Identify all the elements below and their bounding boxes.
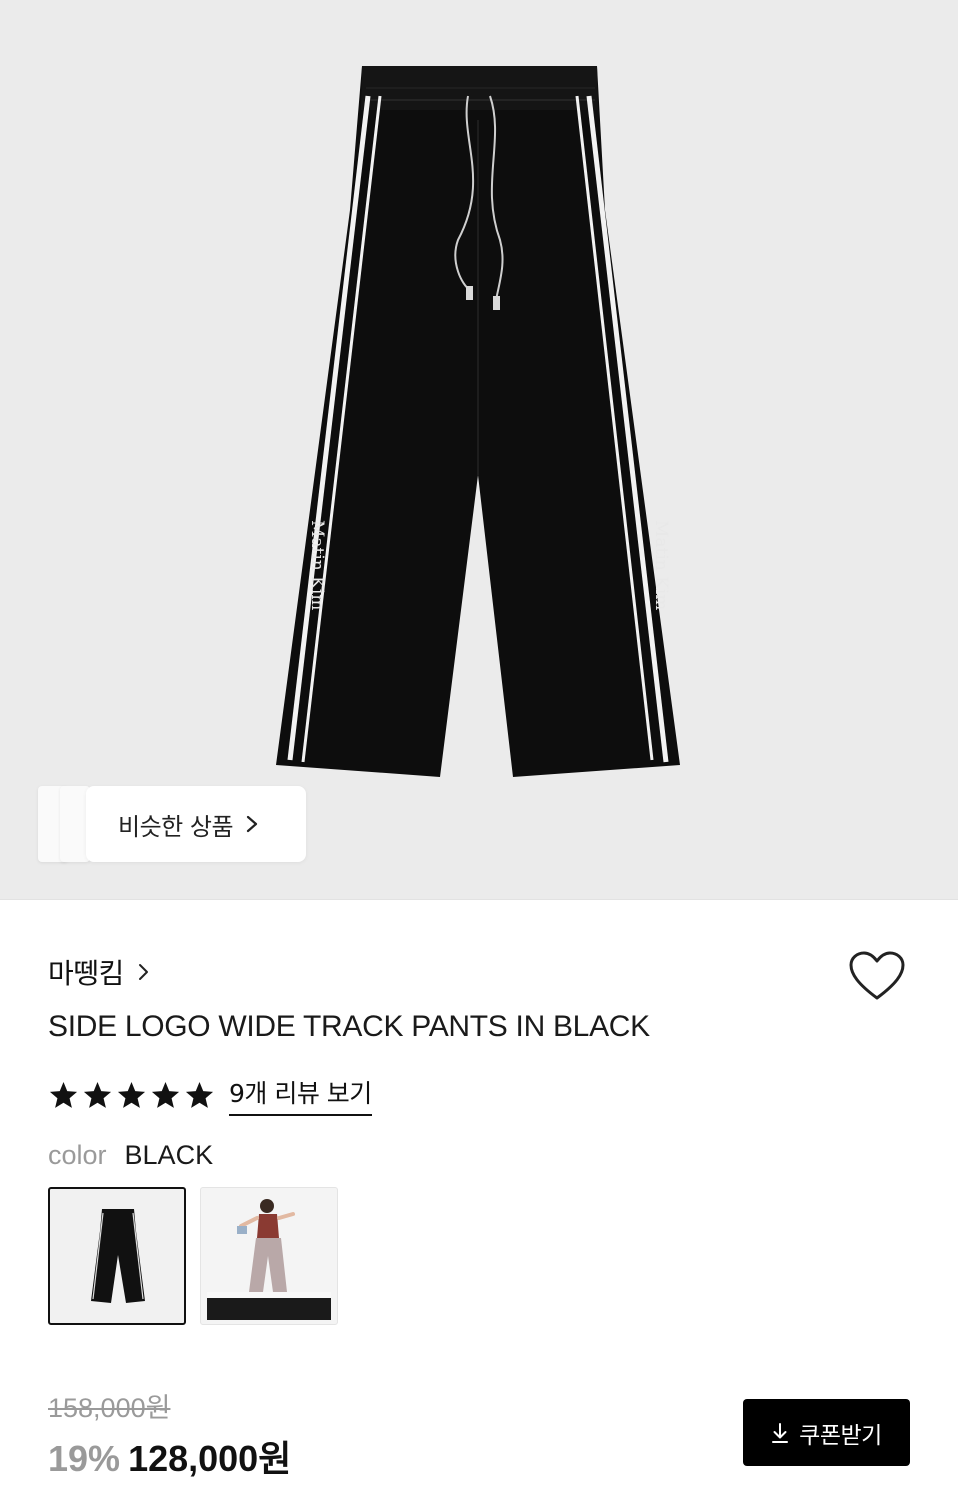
star-icon: [83, 1081, 112, 1108]
original-price: 158,000원: [48, 1393, 171, 1423]
coupon-button[interactable]: 쿠폰받기: [743, 1399, 910, 1466]
discount-rate: 19%: [48, 1438, 121, 1479]
price-row: 19% 128,000원: [48, 1430, 291, 1482]
brand-name: 마뗑킴: [48, 957, 124, 990]
chevron-right-icon: [246, 815, 258, 833]
star-icon: [49, 1081, 78, 1108]
rating-row: 9개 리뷰 보기: [48, 1074, 372, 1116]
track-pants-image: Matin Kim Matin Kim: [276, 66, 680, 777]
similar-label-box: 비슷한 상품: [86, 786, 306, 862]
heart-icon[interactable]: [848, 950, 906, 1004]
chevron-right-icon: [138, 964, 148, 980]
star-icon: [185, 1081, 214, 1108]
coupon-label: 쿠폰받기: [799, 1422, 882, 1449]
similar-products-button[interactable]: 비슷한 상품: [38, 786, 306, 862]
color-row: color BLACK: [48, 1140, 213, 1171]
star-icon: [151, 1081, 180, 1108]
sale-price: 128,000원: [128, 1438, 292, 1479]
model-thumbnail: [207, 1199, 331, 1320]
star-rating: [48, 1080, 215, 1111]
star-icon: [117, 1081, 146, 1108]
color-value: BLACK: [124, 1140, 214, 1170]
download-icon: [772, 1422, 789, 1443]
product-title: SIDE LOGO WIDE TRACK PANTS IN BLACK: [48, 1010, 650, 1043]
similar-products-label: 비슷한 상품: [118, 812, 234, 841]
svg-text:Matin Kim: Matin Kim: [307, 520, 327, 610]
product-hero-image[interactable]: Matin Kim Matin Kim 비슷한 상품: [0, 0, 958, 900]
color-swatch-model[interactable]: [200, 1187, 338, 1325]
review-link[interactable]: 9개 리뷰 보기: [229, 1074, 372, 1116]
color-swatch-black[interactable]: [48, 1187, 186, 1325]
brand-link[interactable]: 마뗑킴: [48, 952, 150, 992]
color-label: color: [48, 1140, 107, 1170]
pants-thumbnail: [91, 1209, 145, 1303]
svg-text:Matin Kim: Matin Kim: [651, 520, 671, 610]
